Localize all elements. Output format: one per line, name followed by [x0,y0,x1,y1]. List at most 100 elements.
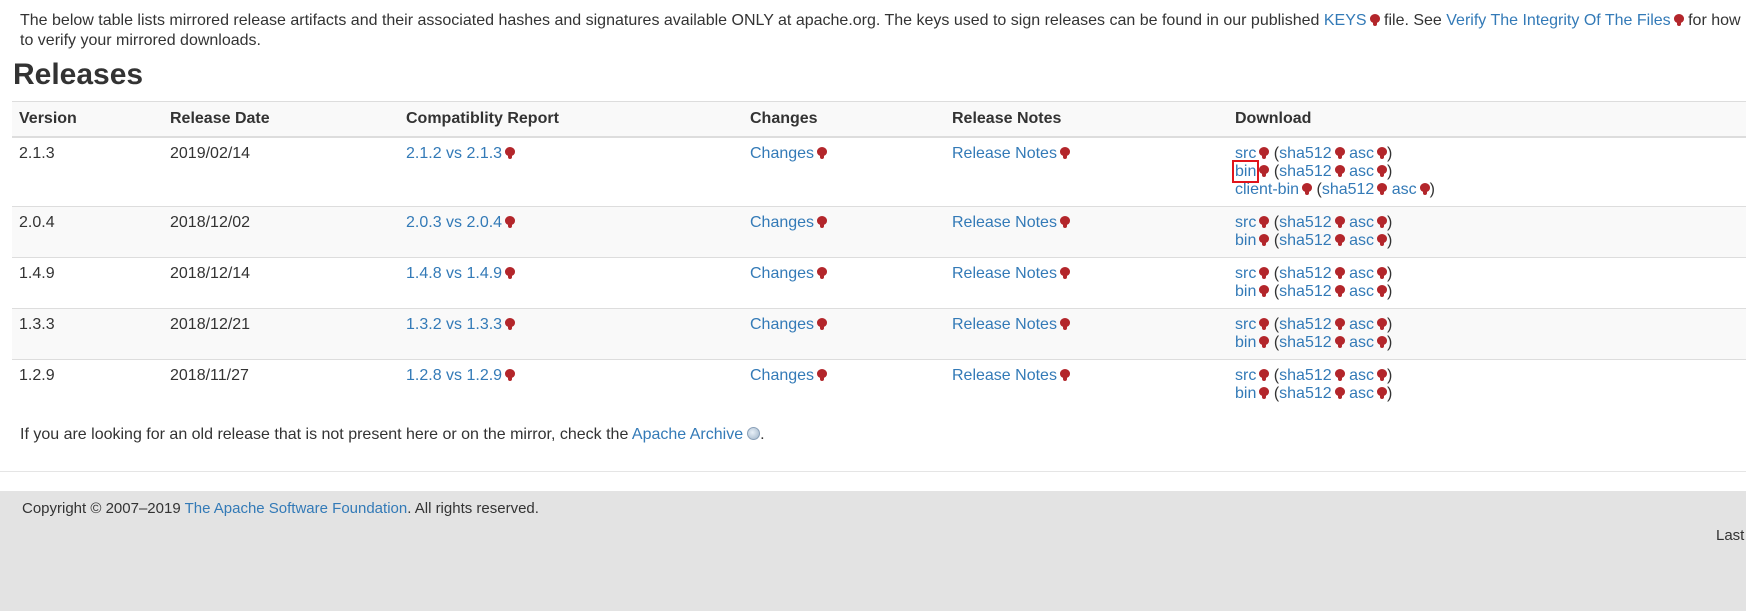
page-title: Releases [13,58,144,91]
download-client-bin-link[interactable]: client-bin [1235,181,1299,198]
release-notes-link[interactable]: Release Notes [952,367,1057,384]
external-link-icon [1259,318,1270,330]
external-link-icon [1376,267,1387,279]
sha512-link[interactable]: sha512 [1279,316,1332,333]
header-compat-report: Compatiblity Report [399,101,743,138]
external-link-icon [1302,183,1313,195]
rights-text: . All rights reserved. [407,500,539,517]
download-cell: src (sha512 asc) bin (sha512 asc) [1228,257,1746,309]
copyright-text: Copyright © 2007–2019 [22,500,185,517]
external-link-icon [817,216,828,228]
compat-cell: 2.1.2 vs 2.1.3 [399,136,743,207]
external-link-icon [817,147,828,159]
intro-paragraph: The below table lists mirrored release a… [20,11,1746,51]
header-changes: Changes [743,101,945,138]
changes-link[interactable]: Changes [750,265,814,282]
download-src-link[interactable]: src [1235,145,1256,162]
asc-link[interactable]: asc [1349,334,1374,351]
download-src-link[interactable]: src [1235,265,1256,282]
changes-link[interactable]: Changes [750,316,814,333]
asc-link[interactable]: asc [1349,232,1374,249]
compat-report-link[interactable]: 1.2.8 vs 1.2.9 [406,367,502,384]
download-bin-link[interactable]: bin [1231,160,1260,183]
asc-link[interactable]: asc [1392,181,1417,198]
changes-link[interactable]: Changes [750,145,814,162]
keys-link[interactable]: KEYS [1324,12,1367,29]
external-link-icon [1259,267,1270,279]
compat-report-link[interactable]: 2.1.2 vs 2.1.3 [406,145,502,162]
release-notes-link[interactable]: Release Notes [952,145,1057,162]
asc-link[interactable]: asc [1349,316,1374,333]
release-date-cell: 2018/12/02 [163,206,399,258]
download-src-link[interactable]: src [1235,367,1256,384]
download-src-link[interactable]: src [1235,316,1256,333]
external-link-icon [505,318,516,330]
download-bin-link[interactable]: bin [1235,283,1256,300]
asc-link[interactable]: asc [1349,214,1374,231]
asc-link[interactable]: asc [1349,385,1374,402]
version-cell: 2.0.4 [12,206,163,258]
external-link-icon [1259,234,1270,246]
header-release-notes: Release Notes [945,101,1228,138]
paren-close: ) [1429,181,1435,198]
asf-link[interactable]: The Apache Software Foundation [185,500,408,517]
asc-link[interactable]: asc [1349,145,1374,162]
changes-cell: Changes [743,257,945,309]
download-cell: src (sha512 asc) bin (sha512 asc) [1228,359,1746,410]
download-line: bin (sha512 asc) [1235,385,1746,403]
sha512-link[interactable]: sha512 [1279,283,1332,300]
intro-text-1: The below table lists mirrored release a… [20,12,1324,29]
paren-close: ) [1386,265,1393,282]
sha512-link[interactable]: sha512 [1279,367,1332,384]
apache-archive-link[interactable]: Apache Archive [632,426,743,443]
download-bin-link[interactable]: bin [1235,232,1256,249]
release-notes-link[interactable]: Release Notes [952,214,1057,231]
intro-text-2: file. See [1379,12,1447,29]
compat-report-link[interactable]: 1.4.8 vs 1.4.9 [406,265,502,282]
external-link-icon [1334,318,1345,330]
sha512-link[interactable]: sha512 [1279,385,1332,402]
compat-report-link[interactable]: 1.3.2 vs 1.3.3 [406,316,502,333]
changes-link[interactable]: Changes [750,214,814,231]
sha512-link[interactable]: sha512 [1279,145,1332,162]
sha512-link[interactable]: sha512 [1279,214,1332,231]
external-link-icon [1377,165,1387,177]
paren-close: ) [1386,316,1393,333]
changes-link[interactable]: Changes [750,367,814,384]
release-notes-cell: Release Notes [945,359,1228,410]
release-notes-link[interactable]: Release Notes [952,265,1057,282]
paren-close: ) [1387,283,1393,300]
download-line: client-bin (sha512 asc) [1235,181,1746,199]
download-bin-link[interactable]: bin [1235,385,1256,402]
download-src-link[interactable]: src [1235,214,1256,231]
sha512-link[interactable]: sha512 [1279,265,1332,282]
sha512-link[interactable]: sha512 [1279,163,1332,180]
download-cell: src (sha512 asc) bin (sha512 asc) [1228,308,1746,360]
paren-close: ) [1387,232,1393,249]
download-bin-link[interactable]: bin [1235,334,1256,351]
external-link-icon [1259,387,1270,399]
footer-divider [0,471,1746,472]
external-link-icon [1334,369,1345,381]
release-notes-link[interactable]: Release Notes [952,316,1057,333]
external-link-icon [1259,165,1270,177]
release-notes-cell: Release Notes [945,206,1228,258]
sha512-link[interactable]: sha512 [1279,232,1332,249]
paren-close: ) [1387,334,1393,351]
asc-link[interactable]: asc [1349,163,1374,180]
sha512-link[interactable]: sha512 [1322,181,1375,198]
external-link-icon [1376,147,1387,159]
external-link-icon [1369,14,1380,26]
sha512-link[interactable]: sha512 [1279,334,1332,351]
asc-link[interactable]: asc [1349,283,1374,300]
verify-integrity-link[interactable]: Verify The Integrity Of The Files [1446,12,1670,29]
archive-note: If you are looking for an old release th… [20,426,765,444]
release-date-cell: 2018/11/27 [163,359,399,410]
asc-link[interactable]: asc [1349,367,1374,384]
external-link-icon [1059,318,1070,330]
external-link-icon [505,369,516,381]
asc-link[interactable]: asc [1349,265,1374,282]
external-link-icon [1334,165,1345,177]
external-link-icon [1377,183,1388,195]
compat-report-link[interactable]: 2.0.3 vs 2.0.4 [406,214,502,231]
